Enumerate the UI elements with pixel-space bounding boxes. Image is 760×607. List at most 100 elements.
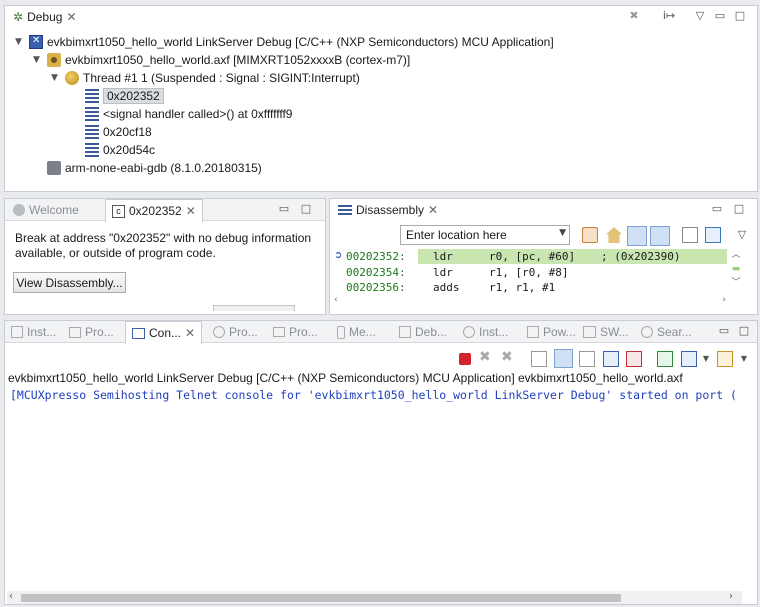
- tab-problems[interactable]: Pro...: [207, 321, 264, 343]
- horizontal-scrollbar-stub[interactable]: [213, 305, 295, 311]
- maximize-icon[interactable]: □: [732, 202, 746, 216]
- chevron-down-icon[interactable]: ﹀: [729, 276, 743, 290]
- horizontal-scrollbar[interactable]: ‹ ›: [334, 295, 726, 307]
- location-input[interactable]: Enter location here: [406, 228, 507, 242]
- tab-memory[interactable]: Me...: [331, 321, 382, 343]
- tab-properties[interactable]: Pro...: [63, 321, 120, 343]
- remove-all-terminated-icon[interactable]: ✖: [501, 349, 517, 365]
- minimize-icon[interactable]: ▭: [710, 202, 724, 216]
- pin-console-icon[interactable]: [657, 351, 673, 367]
- scroll-lock-icon[interactable]: [554, 349, 573, 368]
- instruction-operands: r0, [pc, #60]: [489, 250, 576, 263]
- link-with-editor-icon[interactable]: [627, 226, 647, 246]
- stack-frame-icon: [85, 143, 99, 157]
- disassembly-line[interactable]: 00202354: ldr r1, [r0, #8]: [346, 265, 731, 281]
- tree-frame-row[interactable]: 0x20d54c: [85, 141, 155, 159]
- chevron-left-icon[interactable]: ‹: [334, 295, 338, 305]
- tab-instructions[interactable]: Inst...: [5, 321, 62, 343]
- disassembly-line[interactable]: 00202352: ldr r0, [pc, #60] ; (0x202390): [346, 249, 731, 265]
- show-source-icon[interactable]: [650, 226, 670, 246]
- tab-label: Sear...: [657, 325, 692, 339]
- memory-icon: [337, 325, 345, 339]
- tab-debugger-console[interactable]: Deb...: [393, 321, 453, 343]
- view-menu-icon[interactable]: ▽: [735, 228, 749, 242]
- tab-progress[interactable]: Pro...: [267, 321, 324, 343]
- terminate-icon[interactable]: [459, 353, 471, 365]
- close-icon[interactable]: ✕: [186, 204, 196, 218]
- close-icon[interactable]: ✕: [185, 326, 195, 340]
- gdb-icon: [47, 161, 61, 175]
- chevron-down-icon[interactable]: ▼: [737, 352, 751, 366]
- instruction-opcode: adds: [433, 281, 460, 294]
- tree-thread-row[interactable]: ▼ Thread #1 1 (Suspended : Signal : SIGI…: [51, 69, 360, 87]
- maximize-icon[interactable]: □: [737, 324, 751, 338]
- tree-frame-row[interactable]: <signal handler called>() at 0xfffffff9: [85, 105, 292, 123]
- tree-process-row[interactable]: ▼ evkbimxrt1050_hello_world.axf [MIMXRT1…: [33, 51, 410, 69]
- tab-swo[interactable]: SW...: [577, 321, 635, 343]
- tree-launch-row[interactable]: ▼ evkbimxrt1050_hello_world LinkServer D…: [15, 33, 554, 51]
- launch-label: evkbimxrt1050_hello_world LinkServer Deb…: [47, 35, 554, 49]
- scroll-thumb[interactable]: [21, 594, 621, 602]
- chevron-left-icon[interactable]: ‹: [9, 591, 13, 602]
- chevron-down-icon[interactable]: ▼: [699, 352, 713, 366]
- chevron-down-icon[interactable]: ▼: [33, 55, 43, 65]
- chevron-right-icon[interactable]: ›: [729, 591, 733, 602]
- chevron-down-icon[interactable]: ▼: [15, 37, 25, 47]
- remove-launch-icon[interactable]: ✖: [479, 349, 495, 365]
- minimize-icon[interactable]: ▭: [277, 202, 291, 216]
- maximize-icon[interactable]: □: [299, 202, 313, 216]
- maximize-icon[interactable]: □: [733, 9, 747, 23]
- show-on-error-icon[interactable]: [626, 351, 642, 367]
- progress-icon: [273, 327, 285, 337]
- tree-frame-row[interactable]: 0x20cf18: [85, 123, 152, 141]
- minimize-icon[interactable]: ▭: [713, 9, 727, 23]
- instruction-comment: ; (0x202390): [601, 250, 681, 263]
- tab-disassembly[interactable]: Disassembly ✕: [332, 199, 444, 221]
- tab-power[interactable]: Pow...: [521, 321, 582, 343]
- tab-debug[interactable]: ✲ Debug ✕: [7, 6, 83, 28]
- view-menu-icon[interactable]: ▽: [693, 9, 707, 23]
- debug-icon: ✲: [13, 10, 24, 24]
- show-on-output-icon[interactable]: [603, 351, 619, 367]
- tree-frame-row[interactable]: 0x202352: [85, 87, 164, 105]
- process-icon: [47, 53, 61, 67]
- console-view: Inst... Pro... Con... ✕ Pro... Pro... Me…: [4, 320, 758, 605]
- tab-installed-sdks[interactable]: Inst...: [457, 321, 514, 343]
- step-icon[interactable]: i↦: [659, 9, 679, 23]
- disassembly-icon: [338, 205, 352, 215]
- instructions-icon: [11, 326, 23, 338]
- home-icon[interactable]: [606, 227, 622, 243]
- editor-view: Welcome c 0x202352 ✕ ▭ □ Break at addres…: [4, 198, 326, 315]
- tab-editor-address[interactable]: c 0x202352 ✕: [105, 199, 203, 222]
- new-view-icon[interactable]: [682, 227, 698, 243]
- frame-label: 0x20d54c: [103, 143, 156, 157]
- tab-console[interactable]: Con... ✕: [125, 321, 203, 344]
- open-console-icon[interactable]: [717, 351, 733, 367]
- stack-frame-icon: [85, 89, 99, 103]
- editor-tabbar: Welcome c 0x202352 ✕ ▭ □: [5, 199, 325, 222]
- close-icon[interactable]: ✕: [66, 10, 76, 24]
- tab-welcome[interactable]: Welcome: [7, 199, 85, 221]
- refresh-icon[interactable]: [582, 227, 598, 243]
- location-combo[interactable]: Enter location here ▼: [400, 225, 570, 245]
- pin-icon[interactable]: [705, 227, 721, 243]
- chevron-up-icon[interactable]: ︿: [729, 248, 743, 262]
- scroll-marker-icon: ▬: [731, 264, 741, 274]
- view-disassembly-button[interactable]: View Disassembly...: [13, 272, 126, 293]
- welcome-icon: [13, 204, 25, 216]
- horizontal-scrollbar[interactable]: ‹ ›: [7, 591, 742, 604]
- tree-gdb-row[interactable]: arm-none-eabi-gdb (8.1.0.20180315): [47, 159, 262, 177]
- minimize-icon[interactable]: ▭: [717, 324, 731, 338]
- vertical-scrollbar[interactable]: ︿ ▬ ﹀: [729, 248, 743, 293]
- close-icon[interactable]: ✕: [428, 203, 438, 217]
- chevron-right-icon[interactable]: ›: [722, 295, 726, 305]
- chevron-down-icon[interactable]: ▼: [51, 73, 61, 83]
- clear-console-icon[interactable]: [531, 351, 547, 367]
- display-console-icon[interactable]: [681, 351, 697, 367]
- tab-search[interactable]: Sear...: [635, 321, 698, 343]
- disassembly-line[interactable]: 00202356: adds r1, r1, #1: [346, 280, 731, 296]
- chevron-down-icon[interactable]: ▼: [559, 228, 566, 238]
- remove-launches-icon[interactable]: ✖: [627, 9, 641, 23]
- thread-label: Thread #1 1 (Suspended : Signal : SIGINT…: [83, 71, 360, 85]
- word-wrap-icon[interactable]: [579, 351, 595, 367]
